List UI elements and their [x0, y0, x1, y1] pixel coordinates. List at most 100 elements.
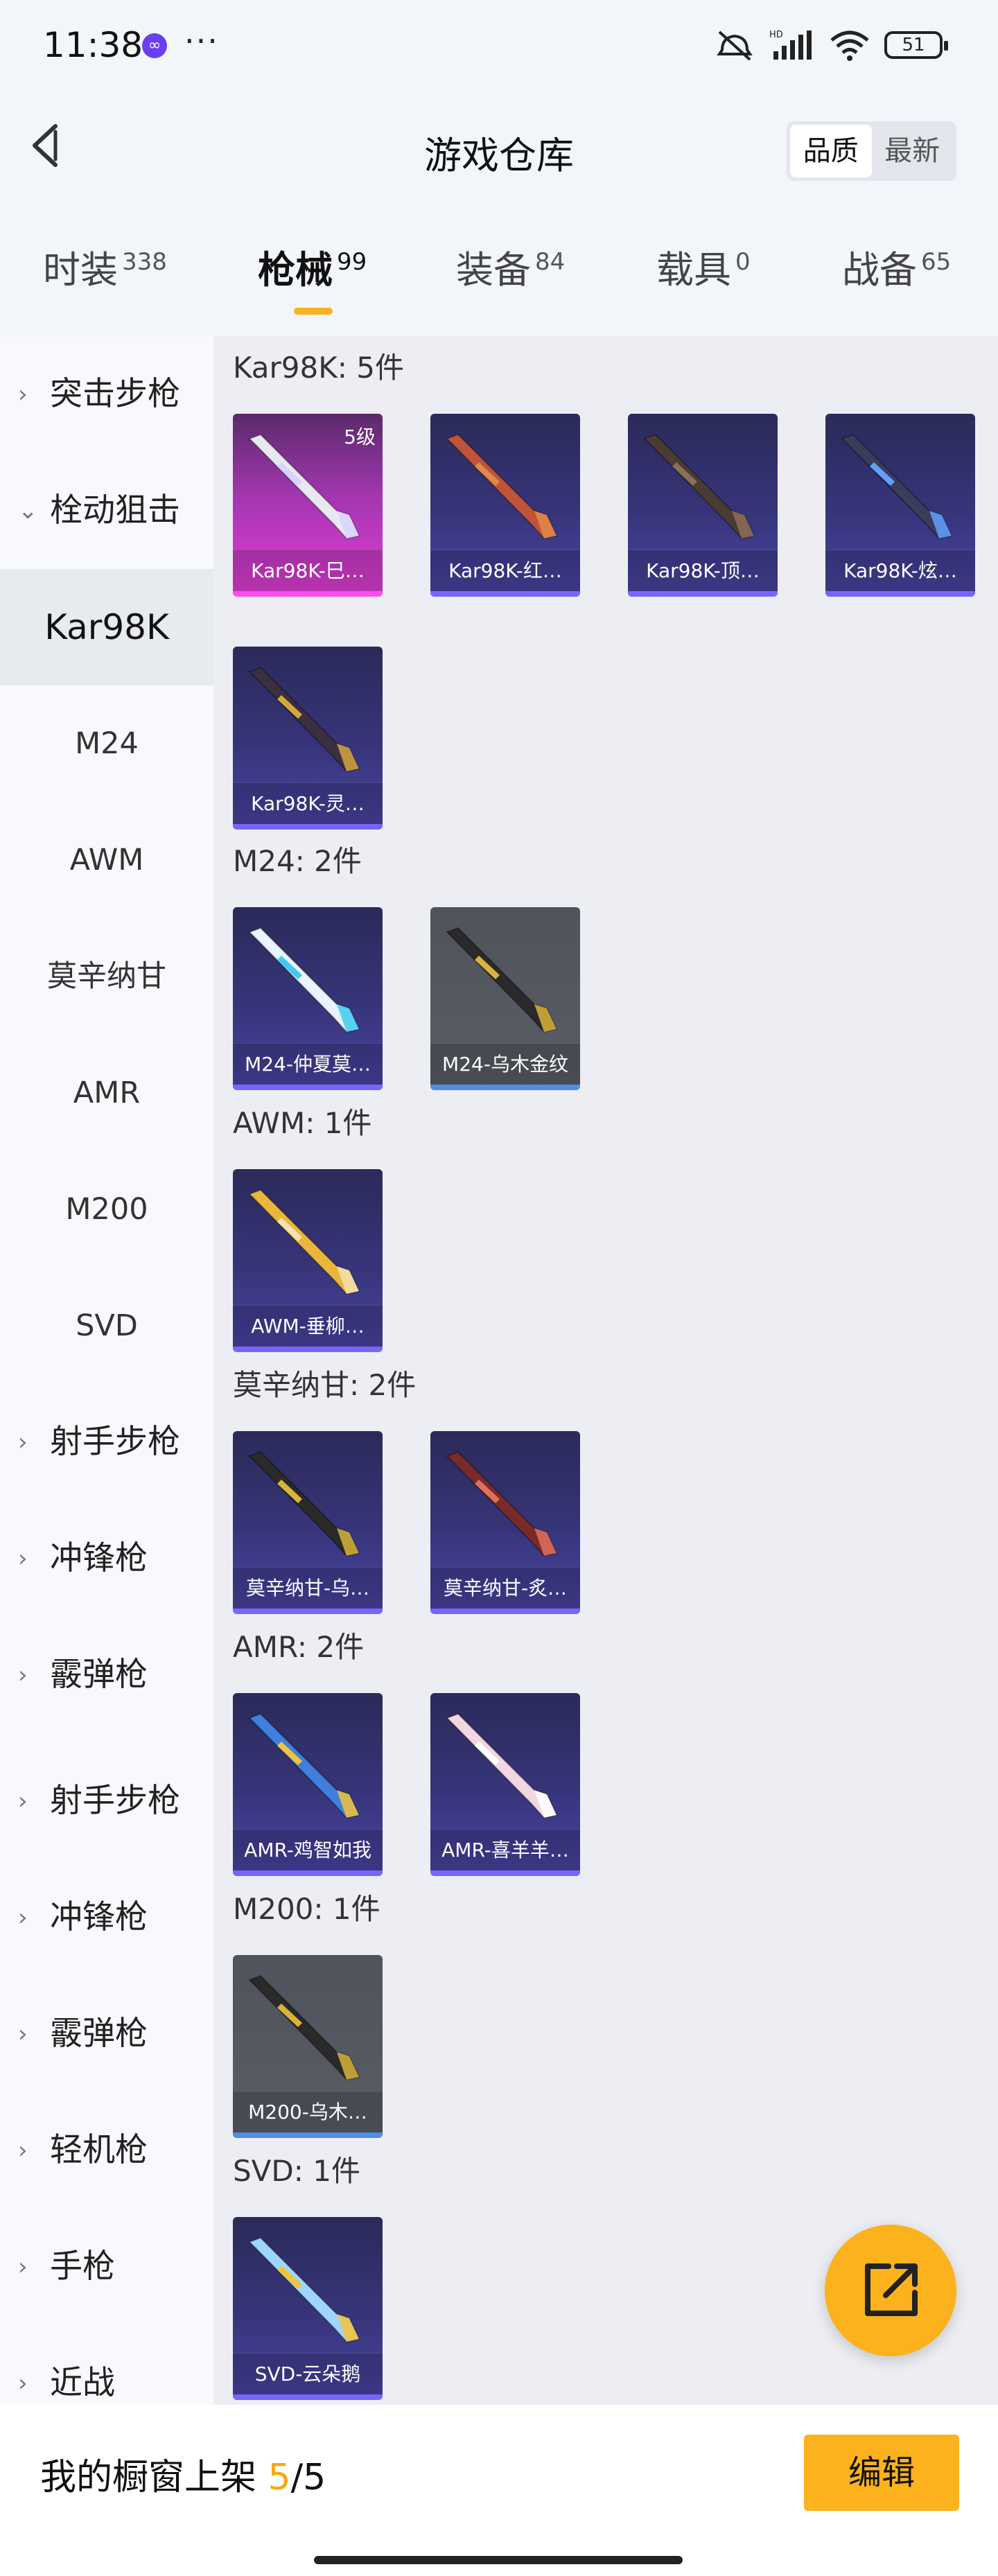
weapon-group-title: AMR: 2件 — [233, 1630, 365, 1664]
weapon-skin-card[interactable]: 莫辛纳甘-乌… — [233, 1431, 383, 1614]
tab-fashion[interactable]: 时装 338 — [43, 239, 167, 315]
share-icon — [865, 2263, 918, 2316]
sidebar-item-label: 突击步枪 — [50, 375, 180, 413]
share-button[interactable] — [825, 2225, 956, 2356]
tab-equipment[interactable]: 装备 84 — [456, 239, 565, 315]
tab-vehicles[interactable]: 载具 0 — [656, 239, 751, 315]
sidebar-subitem[interactable]: AWM — [0, 802, 213, 918]
tab-label: 战备 — [842, 248, 917, 292]
sidebar-category[interactable]: › 射手步枪 — [0, 1384, 213, 1500]
rarity-stripe — [233, 1870, 383, 1876]
chevron-right-icon: › — [18, 1428, 28, 1456]
weapon-skin-card[interactable]: 5级 Kar98K-巳… — [233, 414, 383, 597]
app-notification-icon: ∞ — [142, 33, 167, 58]
sidebar-category[interactable]: › 射手步枪 — [0, 1743, 213, 1859]
mute-icon — [717, 30, 753, 61]
sidebar-subitem[interactable]: AMR — [0, 1035, 213, 1151]
weapon-skin-name: Kar98K-灵… — [233, 782, 383, 824]
sort-option-quality[interactable]: 品质 — [790, 125, 872, 177]
status-time: 11:38 — [43, 25, 143, 65]
sidebar-subitem[interactable]: M24 — [0, 685, 213, 802]
rifle-icon — [248, 666, 360, 773]
weapon-skin-name: Kar98K-巳… — [233, 550, 383, 591]
sidebar-item-label: 冲锋枪 — [50, 1898, 148, 1936]
showcase-status: 我的橱窗上架 5/5 — [40, 2448, 326, 2500]
rifle-icon — [248, 1451, 360, 1557]
tab-battle-gear[interactable]: 战备 65 — [842, 239, 951, 315]
sidebar-category[interactable]: › 冲锋枪 — [0, 1500, 213, 1617]
home-indicator[interactable] — [314, 2556, 683, 2564]
sidebar-item-label: 手枪 — [50, 2248, 115, 2286]
sidebar-item-label: 霰弹枪 — [50, 2015, 148, 2053]
tab-count: 99 — [337, 248, 367, 276]
chevron-down-icon: ⌄ — [18, 497, 38, 525]
sidebar-item-label: M24 — [75, 726, 139, 761]
sidebar-item-label: 栓动狙击 — [50, 491, 180, 529]
rarity-stripe — [430, 1870, 580, 1876]
sidebar-category[interactable]: › 冲锋枪 — [0, 1859, 213, 1976]
weapon-skin-card[interactable]: M24-仲夏莫… — [233, 907, 383, 1090]
weapon-skin-name: M200-乌木… — [233, 2091, 383, 2132]
weapon-skin-name: Kar98K-红… — [430, 550, 580, 591]
weapon-skin-card[interactable]: AMR-喜羊羊… — [430, 1693, 580, 1876]
weapon-skin-card[interactable]: AWM-垂柳… — [233, 1169, 383, 1352]
weapon-skin-card[interactable]: 莫辛纳甘-炙… — [430, 1431, 580, 1614]
tab-count: 338 — [122, 248, 167, 276]
sidebar-subitem[interactable]: 莫辛纳甘 — [0, 918, 213, 1035]
tab-label: 装备 — [456, 248, 531, 292]
sidebar-category[interactable]: › 轻机枪 — [0, 2092, 213, 2209]
weapon-skin-card[interactable]: SVD-云朵鹅 — [233, 2217, 383, 2400]
weapon-group-title: SVD: 1件 — [233, 2154, 360, 2188]
app-header: 游戏仓库 品质 最新 — [0, 90, 998, 211]
wifi-icon — [830, 30, 869, 61]
sidebar-item-label: SVD — [76, 1308, 138, 1343]
weapon-skin-card[interactable]: M24-乌木金纹 — [430, 907, 580, 1090]
weapon-skin-card[interactable]: AMR-鸡智如我 — [233, 1693, 383, 1876]
chevron-right-icon: › — [18, 1661, 28, 1689]
showcase-label: 我的橱窗上架 — [40, 2457, 257, 2498]
sidebar-category[interactable]: › 手枪 — [0, 2209, 213, 2325]
sidebar-subitem[interactable]: M200 — [0, 1151, 213, 1268]
status-icons: HD 51 — [715, 28, 948, 62]
chevron-right-icon: › — [18, 1904, 28, 1931]
chevron-right-icon: › — [18, 2253, 28, 2281]
sidebar-category[interactable]: ⌄ 栓动狙击 — [0, 453, 213, 569]
tab-count: 65 — [921, 248, 952, 276]
weapon-skin-name: 莫辛纳甘-炙… — [430, 1567, 580, 1609]
tab-label: 时装 — [43, 248, 118, 292]
sidebar-item-label: AWM — [69, 843, 144, 877]
rifle-icon — [446, 1712, 558, 1819]
battery-icon: 51 — [884, 31, 948, 59]
svg-text:HD: HD — [769, 30, 783, 40]
sidebar-item-label: Kar98K — [44, 607, 169, 647]
rifle-icon — [248, 2236, 360, 2343]
weapon-group-title: Kar98K: 5件 — [233, 351, 405, 385]
weapon-skin-name: Kar98K-顶… — [628, 550, 778, 591]
weapon-type-sidebar: › 突击步枪 ⌄ 栓动狙击 Kar98K M24 AWM 莫辛纳甘 AMR M200 SVD › 射手步… — [0, 336, 213, 2405]
rifle-icon — [643, 433, 755, 540]
category-tabs: 时装 338 枪械 99 装备 84 载具 0 战备 65 — [0, 239, 998, 322]
sidebar-item-label: 霰弹枪 — [50, 1656, 148, 1694]
sidebar-subitem[interactable]: Kar98K — [0, 569, 213, 685]
showcase-total-count: 5 — [303, 2457, 326, 2498]
rifle-icon — [248, 1189, 360, 1295]
rarity-stripe — [233, 2132, 383, 2138]
weapon-skin-card[interactable]: Kar98K-炫… — [825, 414, 975, 597]
weapon-skin-card[interactable]: Kar98K-灵… — [233, 647, 383, 830]
sidebar-item-label: 冲锋枪 — [50, 1539, 148, 1577]
weapon-skin-card[interactable]: Kar98K-顶… — [628, 414, 778, 597]
tab-guns[interactable]: 枪械 99 — [258, 239, 367, 315]
rarity-stripe — [233, 2394, 383, 2400]
sort-option-newest[interactable]: 最新 — [872, 125, 954, 177]
showcase-separator: / — [290, 2457, 304, 2498]
edit-button[interactable]: 编辑 — [804, 2435, 959, 2511]
sidebar-category[interactable]: › 霰弹枪 — [0, 1976, 213, 2092]
tab-label: 载具 — [656, 248, 731, 292]
weapon-skin-card[interactable]: M200-乌木… — [233, 1955, 383, 2138]
sidebar-subitem[interactable]: SVD — [0, 1268, 213, 1384]
sidebar-category[interactable]: › 突击步枪 — [0, 336, 213, 453]
sidebar-category[interactable]: › 霰弹枪 — [0, 1617, 213, 1733]
weapon-skin-card[interactable]: Kar98K-红… — [430, 414, 580, 597]
tab-count: 0 — [735, 248, 751, 276]
sort-toggle: 品质 最新 — [787, 121, 956, 181]
